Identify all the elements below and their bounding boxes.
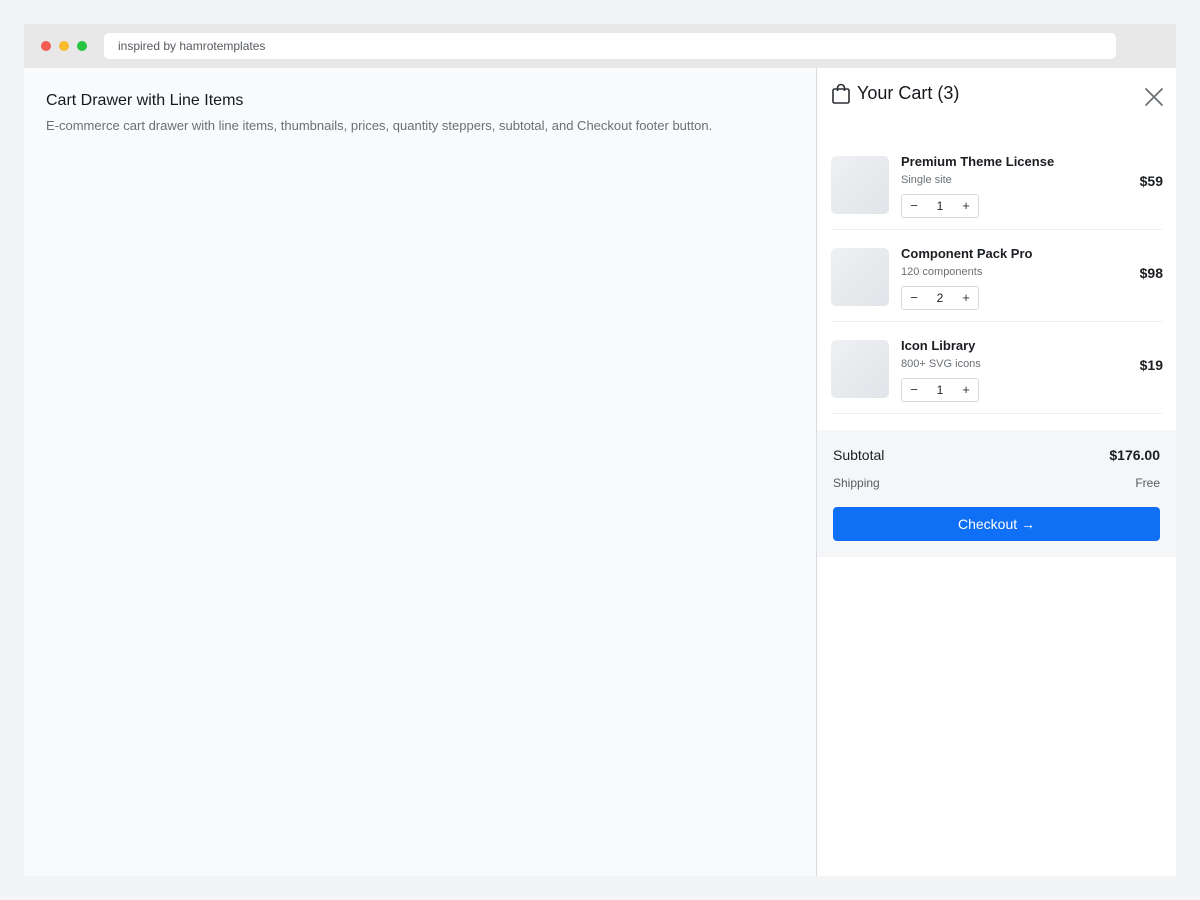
subtotal-value: $176.00 [1109, 447, 1160, 463]
page-content: Cart Drawer with Line Items E-commerce c… [24, 68, 1176, 876]
product-thumbnail [831, 156, 889, 214]
subtotal-label: Subtotal [833, 447, 885, 463]
product-subtitle: 120 components [901, 266, 983, 278]
shipping-label: Shipping [833, 476, 880, 490]
increase-quantity-button[interactable]: + [954, 379, 978, 401]
checkout-button[interactable]: Checkout → [833, 507, 1160, 541]
decrease-quantity-button[interactable]: − [902, 287, 926, 309]
decrease-quantity-button[interactable]: − [902, 195, 926, 217]
close-icon[interactable] [1143, 86, 1165, 108]
quantity-value[interactable]: 2 [926, 287, 954, 309]
browser-titlebar: inspired by hamrotemplates [24, 24, 1176, 68]
cart-drawer: Your Cart (3) Premium Theme License Sing… [816, 68, 1176, 876]
cart-line-item: Icon Library 800+ SVG icons − 1 + $19 [831, 322, 1163, 414]
cart-footer: Subtotal $176.00 Shipping Free Checkout … [817, 430, 1176, 557]
product-name: Icon Library [901, 338, 976, 353]
product-price: $19 [1139, 357, 1163, 373]
page-description: E-commerce cart drawer with line items, … [46, 118, 713, 133]
close-window-dot[interactable] [41, 41, 51, 51]
shopping-bag-icon [832, 83, 850, 104]
cart-title: Your Cart (3) [857, 83, 960, 103]
minimize-window-dot[interactable] [59, 41, 69, 51]
address-bar[interactable]: inspired by hamrotemplates [104, 33, 1116, 59]
product-price: $59 [1139, 173, 1163, 189]
quantity-value[interactable]: 1 [926, 195, 954, 217]
page-title: Cart Drawer with Line Items [46, 92, 244, 109]
increase-quantity-button[interactable]: + [954, 195, 978, 217]
quantity-stepper: − 2 + [901, 286, 979, 310]
product-name: Component Pack Pro [901, 246, 1033, 261]
product-price: $98 [1139, 265, 1163, 281]
cart-line-item: Premium Theme License Single site − 1 + … [831, 138, 1163, 230]
cart-line-item: Component Pack Pro 120 components − 2 + … [831, 230, 1163, 322]
product-name: Premium Theme License [901, 154, 1055, 169]
quantity-stepper: − 1 + [901, 194, 979, 218]
quantity-stepper: − 1 + [901, 378, 979, 402]
maximize-window-dot[interactable] [77, 41, 87, 51]
quantity-value[interactable]: 1 [926, 379, 954, 401]
product-thumbnail [831, 248, 889, 306]
shipping-value: Free [1135, 476, 1160, 490]
decrease-quantity-button[interactable]: − [902, 379, 926, 401]
browser-window: inspired by hamrotemplates Cart Drawer w… [24, 24, 1176, 876]
increase-quantity-button[interactable]: + [954, 287, 978, 309]
cart-header: Your Cart (3) [817, 68, 1176, 128]
product-subtitle: Single site [901, 174, 952, 186]
product-subtitle: 800+ SVG icons [901, 358, 981, 370]
product-thumbnail [831, 340, 889, 398]
